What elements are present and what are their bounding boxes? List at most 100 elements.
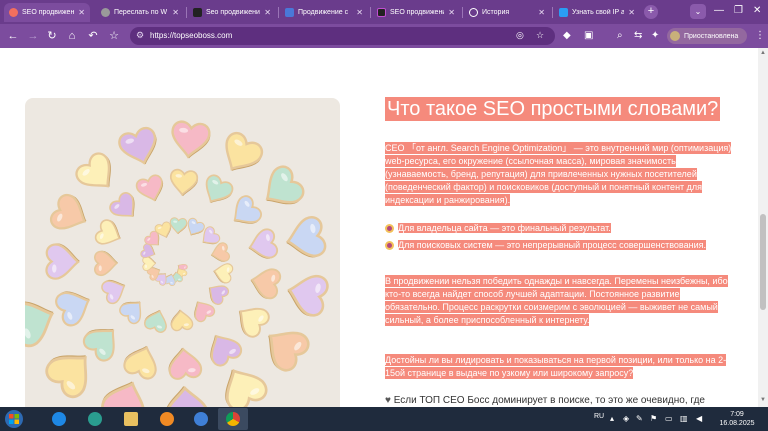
star-icon: ☆: [109, 30, 119, 42]
heart-shape: [225, 368, 268, 407]
tab-label: SEO продвижение: [22, 9, 75, 16]
address-bar[interactable]: ⚙ https://topseoboss.com ◎ ☆: [130, 27, 555, 45]
history-icon: [469, 8, 478, 17]
heart-shape: [118, 126, 157, 165]
heart-shape: [213, 263, 234, 284]
close-icon[interactable]: ✕: [356, 8, 363, 17]
minimize-button[interactable]: —: [714, 5, 724, 17]
tab-search-button[interactable]: ⌄: [690, 4, 706, 19]
heart-shape: [123, 345, 157, 380]
extension-icon[interactable]: ▣: [584, 30, 593, 42]
arrow-left-icon: ←: [7, 30, 19, 42]
heart-shape: [210, 334, 243, 367]
tab-separator: [462, 7, 463, 18]
paragraph-top-seo: ♥ Если ТОП СЕО Босс доминирует в поиске,…: [385, 394, 735, 407]
minimize-icon: —: [714, 5, 724, 16]
tab-pereslat[interactable]: Переслать по W ✕: [96, 3, 184, 22]
close-icon[interactable]: ✕: [78, 8, 85, 17]
translate-icon[interactable]: ⇆: [634, 30, 642, 42]
heart-shape: [285, 216, 327, 258]
reload-button[interactable]: ↻: [45, 29, 59, 43]
back-button[interactable]: ←: [6, 29, 20, 43]
taskbar-ie[interactable]: [44, 408, 74, 430]
tray-app-icon[interactable]: ◈: [623, 414, 629, 423]
tab-seo-prodvizhenie[interactable]: SEO продвижение ✕: [4, 3, 90, 22]
heart-shape: [170, 309, 194, 332]
close-icon[interactable]: ✕: [448, 8, 455, 17]
star-icon[interactable]: ☆: [536, 30, 544, 41]
taskbar-explorer[interactable]: [116, 408, 146, 430]
taskbar-edge[interactable]: [80, 408, 110, 430]
forward-button[interactable]: →: [26, 29, 40, 43]
tray-pen-icon[interactable]: ✎: [636, 414, 643, 423]
close-window-button[interactable]: ✕: [753, 5, 761, 17]
tab-uznat-ip[interactable]: Узнать свой IP а ✕: [554, 3, 640, 22]
close-icon[interactable]: ✕: [628, 8, 635, 17]
heart-shape: [101, 279, 126, 305]
tab-seo-prodvizheni-3[interactable]: SEO продвижени ✕: [372, 3, 460, 22]
close-icon[interactable]: ✕: [264, 8, 271, 17]
tab-favicon-icon: [193, 8, 202, 17]
close-icon[interactable]: ✕: [172, 8, 179, 17]
tab-label: Переслать по W: [114, 9, 168, 16]
vertical-scrollbar[interactable]: ▲ ▼: [758, 48, 768, 407]
tab-seo-prodvizheni-2[interactable]: Seo продвижени ✕: [188, 3, 276, 22]
taskbar-media[interactable]: [152, 408, 182, 430]
new-tab-button[interactable]: +: [644, 5, 658, 19]
bookmark-button[interactable]: ☆: [107, 29, 121, 43]
restore-button[interactable]: ❐: [734, 5, 743, 17]
heart-shape: [169, 217, 188, 235]
heart-shape: [144, 309, 167, 333]
paragraph-evolution: В продвижении нельзя победить однажды и …: [385, 275, 735, 327]
paragraph-text: Если ТОП СЕО Босс доминирует в поиске, т…: [393, 395, 705, 406]
list-item: Для поисковых систем — это непрерывный п…: [385, 239, 725, 252]
heart-shape: [75, 152, 111, 188]
tab-separator: [552, 7, 553, 18]
tray-flag-icon[interactable]: ⚑: [650, 414, 657, 423]
tab-label: Узнать свой IP а: [572, 9, 625, 16]
undo-button[interactable]: ↶: [86, 29, 100, 43]
tab-istoriya[interactable]: История ✕: [464, 3, 550, 22]
restore-icon: ❐: [734, 5, 743, 16]
home-icon: ⌂: [68, 30, 76, 42]
paragraph-text: Достойны ли вы лидировать и показываться…: [385, 354, 727, 379]
heart-icon: ♥: [385, 395, 391, 406]
clock[interactable]: 7:09 16.08.2025: [716, 410, 758, 428]
edge-icon: [88, 412, 102, 426]
puzzle-icon[interactable]: ✦: [651, 30, 659, 42]
home-button[interactable]: ⌂: [65, 29, 79, 43]
tray-chevron-up-icon[interactable]: ▴: [610, 414, 614, 423]
site-info-icon[interactable]: ⚙: [136, 30, 144, 41]
eye-off-icon[interactable]: ◎: [516, 30, 524, 41]
tray-display-icon[interactable]: ▭: [665, 414, 673, 423]
heart-shape: [250, 268, 282, 300]
scroll-up-icon[interactable]: ▲: [760, 50, 766, 56]
heart-shape: [233, 195, 262, 224]
search-icon[interactable]: ⌕: [617, 30, 623, 42]
scrollbar-thumb[interactable]: [760, 214, 766, 310]
heart-shape: [49, 193, 87, 230]
close-icon: ✕: [753, 5, 762, 16]
heart-shape: [45, 243, 80, 280]
heart-shape: [265, 165, 305, 205]
profile-button[interactable]: Приостановлена: [667, 28, 747, 44]
taskbar-chrome[interactable]: [218, 408, 248, 430]
volume-icon[interactable]: ◀: [696, 414, 702, 423]
start-button[interactable]: [4, 409, 24, 429]
close-icon[interactable]: ✕: [538, 8, 545, 17]
scroll-down-icon[interactable]: ▼: [760, 397, 766, 403]
tab-strip: SEO продвижение ✕ Переслать по W ✕ Seo п…: [0, 0, 768, 24]
extension-shield-icon[interactable]: ◆: [563, 30, 571, 42]
language-indicator[interactable]: RU: [594, 413, 604, 420]
article-title-text: Что такое SEO простыми словами?: [385, 97, 721, 121]
heart-shape: [248, 228, 278, 259]
network-icon[interactable]: ▥: [680, 414, 688, 423]
folder-icon: [124, 412, 138, 426]
tab-separator: [370, 7, 371, 18]
tab-prodvizhenie-s[interactable]: Продвижение с ✕: [280, 3, 368, 22]
tab-label: История: [482, 9, 510, 16]
tab-label: SEO продвижени: [390, 9, 445, 16]
menu-icon[interactable]: ⋮: [755, 30, 765, 42]
taskbar-app[interactable]: [186, 408, 216, 430]
heart-shape: [55, 291, 91, 327]
